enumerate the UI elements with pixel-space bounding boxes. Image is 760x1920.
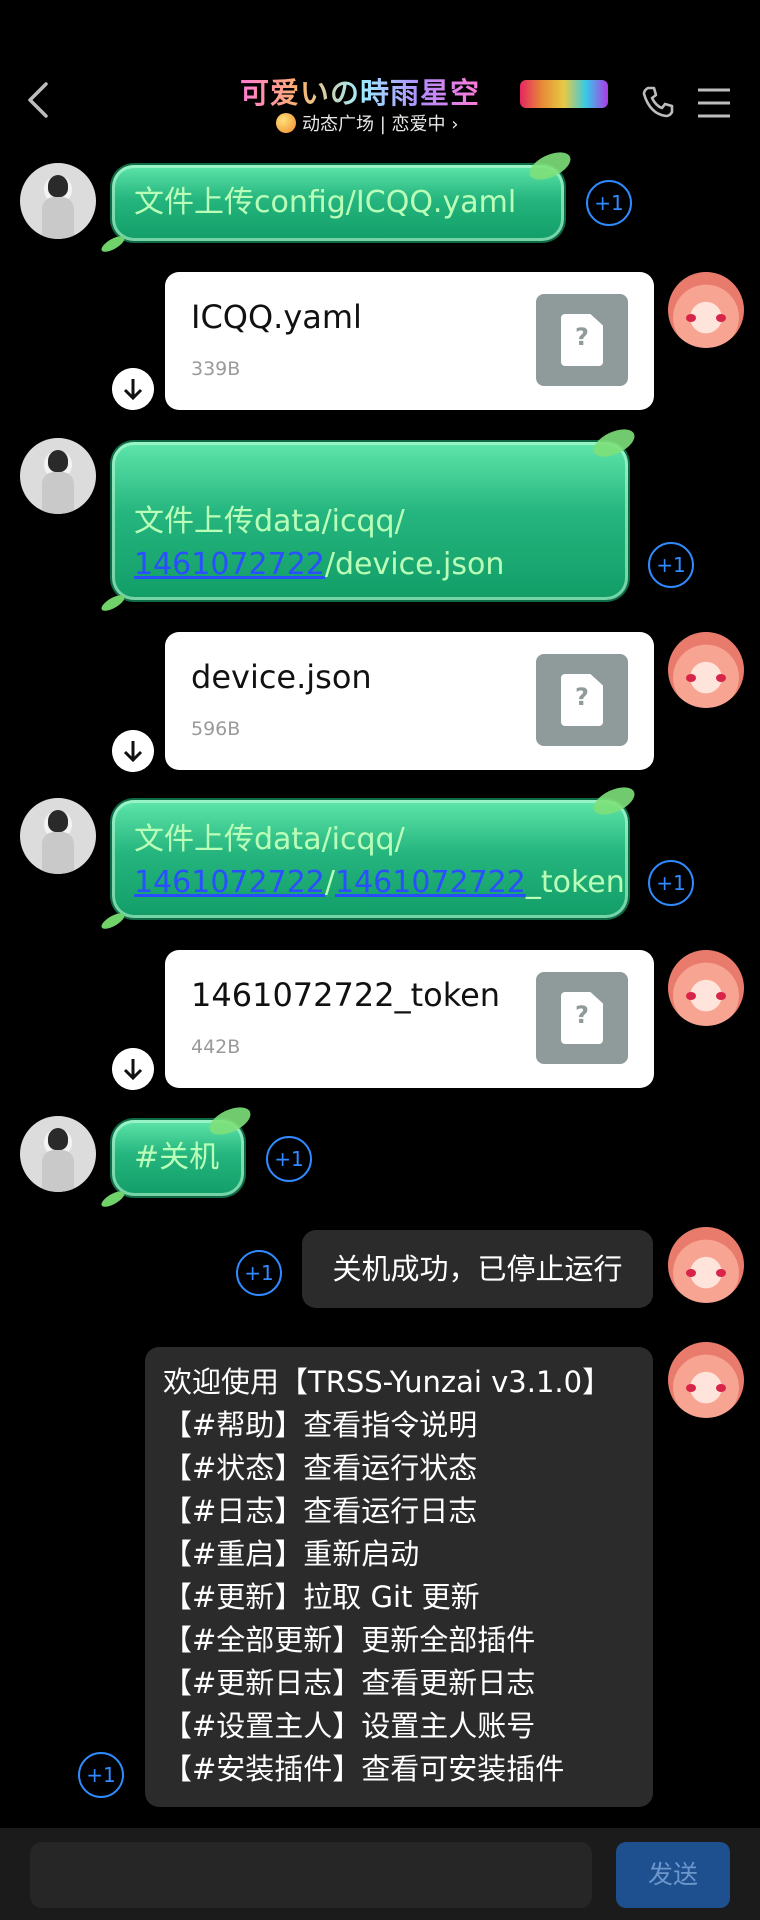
message-bubble[interactable]: #关机 (99, 1101, 255, 1210)
chat-title: 可爱いの時雨星空 (240, 70, 480, 112)
message-line: 【#全部更新】更新全部插件 (163, 1623, 536, 1657)
status-emoji-icon (276, 113, 296, 133)
avatar-left[interactable] (20, 1116, 96, 1192)
file-size: 442B (191, 1036, 241, 1058)
qq-number-link[interactable]: 1461072722 (335, 865, 526, 900)
file-card[interactable]: device.json 596B ? (165, 632, 654, 770)
message-text: /device.json (324, 547, 505, 582)
download-icon[interactable] (112, 368, 154, 410)
message-text: 文件上传data/icqq/ (134, 822, 405, 857)
message-text: 文件上传data/icqq/ (134, 504, 405, 539)
avatar-left[interactable] (20, 163, 96, 239)
title-badge-icon (520, 80, 608, 108)
message-bubble[interactable]: 文件上传config/ICQQ.yaml (99, 146, 575, 255)
leaf-decoration (99, 1188, 127, 1210)
file-name: ICQQ.yaml (191, 298, 362, 336)
file-size: 339B (191, 358, 241, 380)
leaf-decoration (589, 423, 639, 463)
avatar-right[interactable] (668, 632, 744, 708)
plus-one-button[interactable]: +1 (236, 1250, 282, 1296)
message-bubble[interactable]: 关机成功，已停止运行 (302, 1230, 653, 1308)
message-line: 欢迎使用【TRSS-Yunzai v3.1.0】 (163, 1365, 612, 1399)
avatar-right[interactable] (668, 272, 744, 348)
avatar-right[interactable] (668, 1342, 744, 1418)
message-text: 文件上传config/ICQQ.yaml (134, 185, 517, 220)
message-bubble[interactable]: 欢迎使用【TRSS-Yunzai v3.1.0】 【#帮助】查看指令说明 【#状… (145, 1347, 653, 1807)
message-text: _token (525, 865, 625, 900)
download-icon[interactable] (112, 730, 154, 772)
menu-icon[interactable] (696, 86, 732, 120)
leaf-decoration (99, 592, 127, 614)
plus-one-button[interactable]: +1 (648, 542, 694, 588)
plus-one-button[interactable]: +1 (266, 1136, 312, 1182)
message-line: 【#帮助】查看指令说明 (163, 1408, 478, 1442)
message-text: 关机成功，已停止运行 (332, 1252, 623, 1286)
leaf-decoration (589, 781, 639, 821)
file-size: 596B (191, 718, 241, 740)
message-text: #关机 (134, 1140, 220, 1175)
leaf-decoration (99, 910, 127, 932)
back-arrow-icon[interactable] (22, 80, 52, 120)
leaf-decoration (205, 1101, 255, 1141)
unknown-file-icon: ? (536, 654, 628, 746)
avatar-left[interactable] (20, 438, 96, 514)
message-bubble[interactable]: 文件上传data/icqq/ 1461072722/1461072722_tok… (99, 781, 639, 932)
message-line: 【#更新】拉取 Git 更新 (163, 1580, 480, 1614)
avatar-left[interactable] (20, 798, 96, 874)
file-name: device.json (191, 658, 372, 696)
subtitle-text: 动态广场 | 恋爱中 › (302, 114, 459, 135)
avatar-right[interactable] (668, 1227, 744, 1303)
message-input[interactable] (30, 1842, 592, 1908)
unknown-file-icon: ? (536, 294, 628, 386)
leaf-decoration (525, 146, 575, 186)
qq-number-link[interactable]: 1461072722 (134, 865, 325, 900)
plus-one-button[interactable]: +1 (648, 860, 694, 906)
message-line: 【#重启】重新启动 (163, 1537, 420, 1571)
leaf-decoration (99, 233, 127, 255)
file-card[interactable]: ICQQ.yaml 339B ? (165, 272, 654, 410)
plus-one-button[interactable]: +1 (78, 1752, 124, 1798)
plus-one-button[interactable]: +1 (586, 180, 632, 226)
chat-subtitle[interactable]: 动态广场 | 恋爱中 › (276, 110, 458, 136)
message-text: / (324, 865, 335, 900)
message-line: 【#更新日志】查看更新日志 (163, 1666, 536, 1700)
message-line: 【#状态】查看运行状态 (163, 1451, 478, 1485)
unknown-file-icon: ? (536, 972, 628, 1064)
download-icon[interactable] (112, 1048, 154, 1090)
message-line: 【#日志】查看运行日志 (163, 1494, 478, 1528)
message-line: 【#设置主人】设置主人账号 (163, 1709, 536, 1743)
file-name: 1461072722_token (191, 976, 501, 1014)
qq-number-link[interactable]: 1461072722 (134, 547, 325, 582)
phone-icon[interactable] (640, 84, 676, 120)
file-card[interactable]: 1461072722_token 442B ? (165, 950, 654, 1088)
message-line: 【#安装插件】查看可安装插件 (163, 1752, 565, 1786)
send-button[interactable]: 发送 (616, 1842, 730, 1908)
message-bubble[interactable]: 文件上传data/icqq/ 1461072722/device.json (99, 423, 639, 614)
avatar-right[interactable] (668, 950, 744, 1026)
